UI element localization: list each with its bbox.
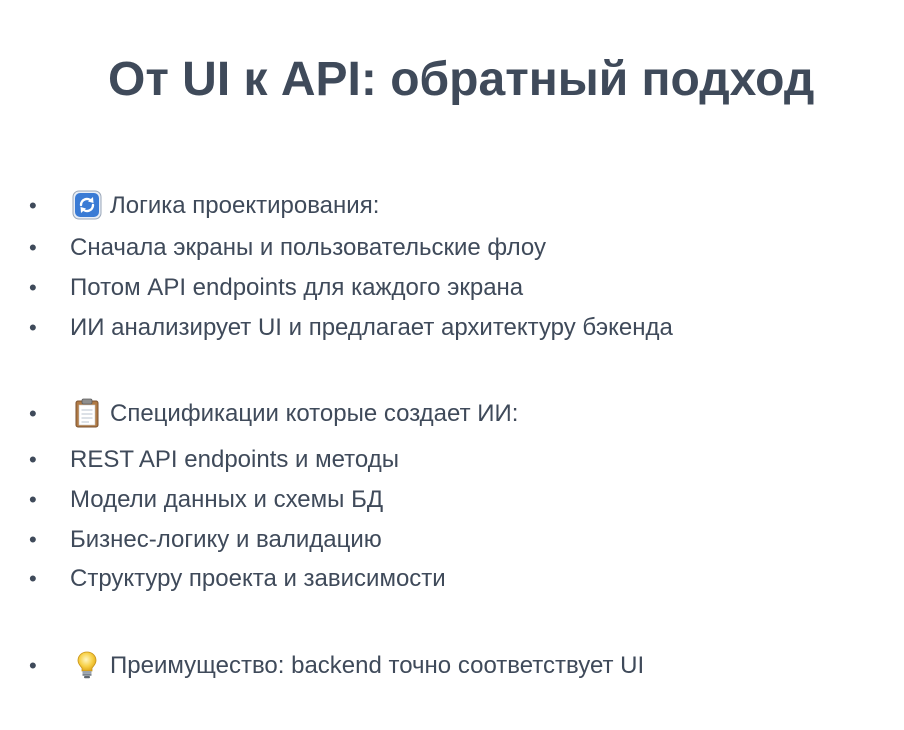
clipboard-icon [75,398,99,428]
list-item: • Сначала экраны и пользовательские флоу [0,234,880,264]
list-item-text: Бизнес-логику и валидацию [70,526,382,553]
bullet-dot: • [29,527,37,552]
bullet-dot: • [29,487,37,512]
group-heading-advantage: • Преимущество: backend точно соответств… [0,651,880,682]
arrows-cycle-icon [72,190,102,220]
list-item: • Структуру проекта и зависимости [0,565,880,595]
list-item: • Модели данных и схемы БД [0,486,880,516]
list-item-text: Модели данных и схемы БД [70,486,384,513]
bullet-dot: • [29,275,37,300]
bullet-dot: • [29,315,37,340]
list-item-text: ИИ анализирует UI и предлагает архитекту… [70,314,673,341]
group-heading-label: Спецификации которые создает ИИ: [110,400,519,427]
list-item-text: REST API endpoints и методы [70,446,399,473]
slide: От UI к API: обратный подход • Логика пр… [0,0,904,730]
group-heading-label: Преимущество: backend точно соответствуе… [110,652,645,679]
list-item: • Потом API endpoints для каждого экрана [0,274,880,304]
bullet-dot: • [29,401,37,426]
bullet-dot: • [29,653,37,678]
list-item-text: Сначала экраны и пользовательские флоу [70,234,546,261]
group-heading-ai-specs: • Спецификации которые создает ИИ: [0,398,880,430]
list-item: • REST API endpoints и методы [0,446,880,476]
bullet-dot: • [29,566,37,591]
light-bulb-icon [77,651,97,679]
list-item: • Бизнес-логику и валидацию [0,526,880,556]
list-item: • ИИ анализирует UI и предлагает архитек… [0,314,880,344]
bullet-dot: • [29,447,37,472]
group-heading-label: Логика проектирования: [110,192,380,219]
slide-title: От UI к API: обратный подход [108,53,815,106]
list-item-text: Потом API endpoints для каждого экрана [70,274,524,301]
list-item-text: Структуру проекта и зависимости [70,565,446,592]
bullet-dot: • [29,235,37,260]
bullet-dot: • [29,193,37,218]
group-heading-design-logic: • Логика проектирования: [0,190,880,222]
